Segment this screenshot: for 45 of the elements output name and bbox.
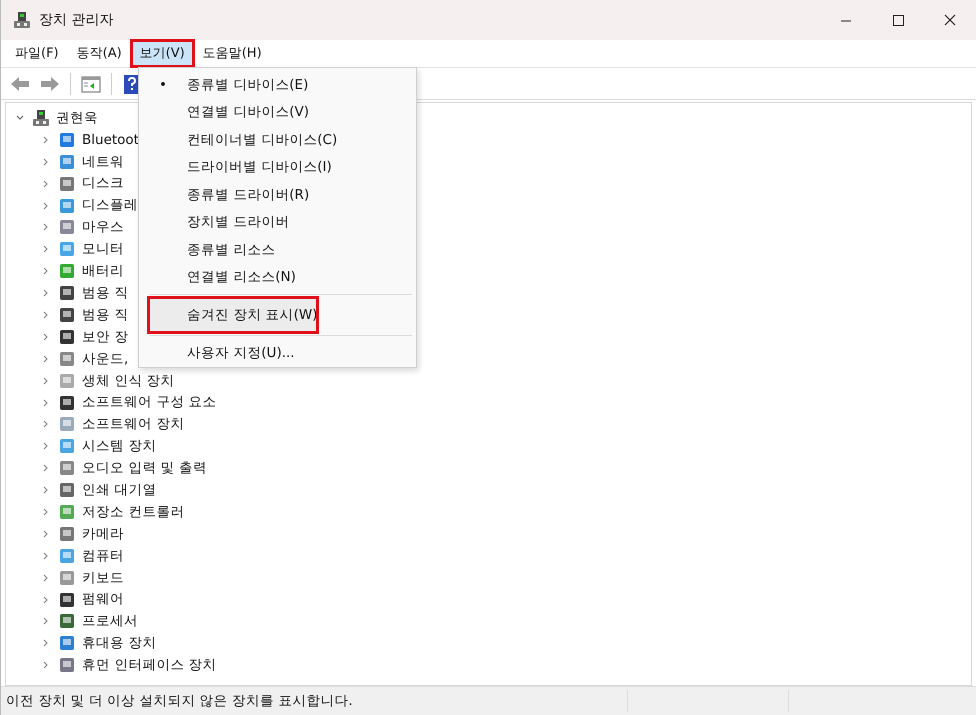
menu-item[interactable]: 숨겨진 장치 표시(W) (149, 298, 318, 332)
menu-item[interactable]: 드라이버별 디바이스(I) (139, 154, 416, 181)
check-mark: • (159, 76, 167, 95)
tree-item[interactable]: 소프트웨어 구성 요소 (82, 392, 217, 413)
menu-item[interactable]: 연결별 디바이스(V) (139, 98, 416, 126)
menu-item[interactable]: 동작(A) (68, 40, 130, 66)
tree-item[interactable]: 사운드, (82, 348, 128, 369)
tree-item[interactable]: Bluetoot (82, 130, 139, 150)
menu-item[interactable]: 도움말(H) (194, 40, 270, 66)
menu-item[interactable]: 종류별 리소스 (139, 236, 416, 264)
tree-item[interactable]: 마우스 (82, 217, 124, 238)
menu-item[interactable]: 컨테이너별 디바이스(C) (139, 126, 416, 154)
tree-item[interactable]: 프로세서 (82, 611, 138, 632)
menu-item[interactable]: • 종류별 디바이스(E) (139, 71, 416, 98)
tree-item[interactable]: 생체 인식 장치 (82, 370, 175, 391)
menu-item[interactable]: 장치별 드라이버 (139, 208, 416, 236)
tree-item[interactable]: 배터리 (82, 261, 124, 282)
tree-item[interactable]: 키보드 (82, 568, 124, 588)
menu-item[interactable]: 종류별 드라이버(R) (139, 181, 416, 208)
tree-item[interactable]: 시스템 장치 (82, 436, 156, 456)
tree-item[interactable]: 권현욱 (56, 108, 98, 128)
tree-item[interactable]: 펌웨어 (82, 589, 124, 610)
tree-item[interactable]: 디스크 (82, 173, 124, 194)
computer-icon (13, 11, 31, 29)
tree-item[interactable]: 범용 직 (82, 304, 128, 326)
status-text: 이전 장치 및 더 이상 설치되지 않은 장치를 표시합니다. (5, 692, 354, 711)
tree-item[interactable]: 휴먼 인터페이스 장치 (82, 655, 217, 676)
tree-item[interactable]: 컴퓨터 (82, 546, 124, 566)
computer-icon (32, 108, 50, 127)
tree-item[interactable]: 보안 장 (82, 326, 128, 347)
tree-item[interactable]: 디스플레 (82, 195, 138, 216)
tree-item[interactable]: 카메라 (82, 524, 124, 544)
tree-item[interactable]: 범용 직 (82, 282, 128, 304)
tree-item[interactable]: 네트워 (82, 152, 124, 172)
tree-item[interactable]: 인쇄 대기열 (82, 480, 156, 500)
tree-item[interactable]: 오디오 입력 및 출력 (82, 458, 207, 478)
menu-item[interactable]: 사용자 지정(U)... (139, 339, 416, 366)
tree-item[interactable]: 소프트웨어 장치 (82, 414, 184, 435)
menu-item[interactable]: 연결별 리소스(N) (139, 264, 416, 291)
window-title: 장치 관리자 (39, 10, 114, 30)
tree-item[interactable]: 휴대용 장치 (82, 633, 156, 654)
menu-item[interactable]: 파일(F) (7, 40, 67, 66)
tree-item[interactable]: 모니터 (82, 239, 124, 260)
tree-item[interactable]: 저장소 컨트롤러 (82, 502, 184, 522)
menu-item[interactable]: 보기(V) (132, 40, 193, 66)
